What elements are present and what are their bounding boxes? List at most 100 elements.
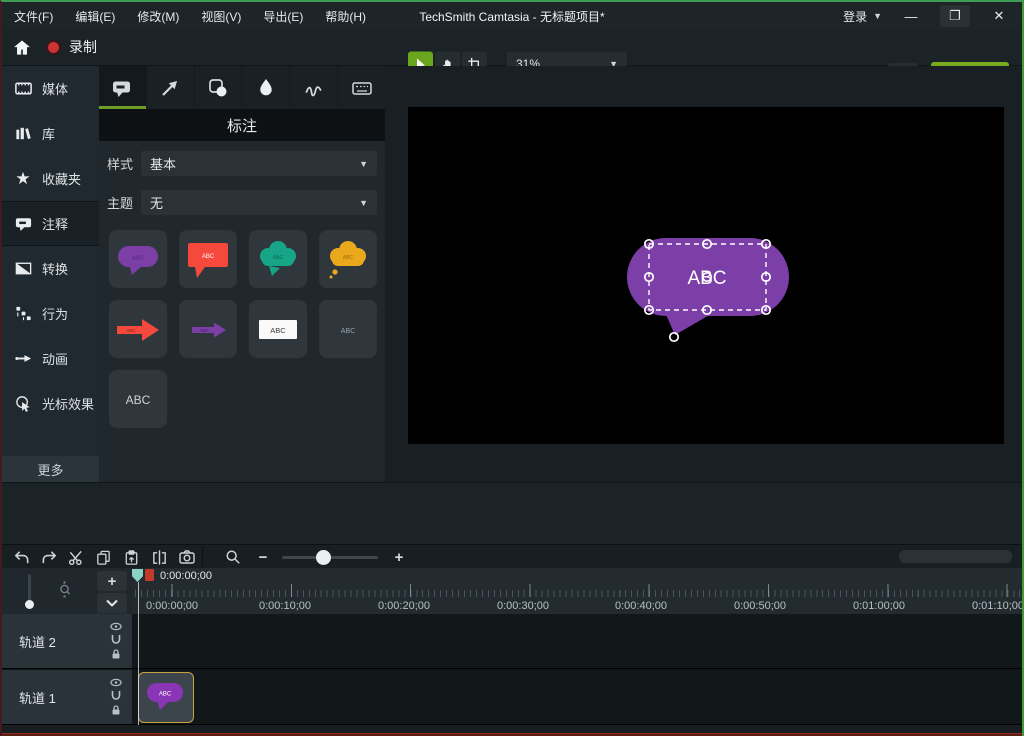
sidebar-item-behaviors[interactable]: 行为 <box>2 291 99 336</box>
callout-text[interactable]: ABC <box>687 268 726 289</box>
undo-button[interactable] <box>12 548 30 566</box>
copy-icon <box>95 549 112 566</box>
callout-thumb-rect-bubble[interactable]: ABC <box>179 230 237 288</box>
record-button[interactable]: 录制 <box>46 37 97 57</box>
login-button[interactable]: 登录 ▼ <box>843 8 882 25</box>
theme-value: 无 <box>150 193 163 212</box>
sidebar-item-transitions[interactable]: 转换 <box>2 246 99 291</box>
playback-bar: 00:00 / 00:05 30 fps 属性 <box>2 482 1022 544</box>
selected-callout[interactable]: ABC <box>408 107 1004 444</box>
zoom-out-button[interactable]: − <box>254 548 272 566</box>
cut-button[interactable] <box>66 548 84 566</box>
lock-icon[interactable] <box>110 704 122 716</box>
svg-text:ABC: ABC <box>199 328 209 333</box>
timeline-ruler[interactable]: 0:00:00;00 0:00:10;00 0:00:20;00 0:00:30… <box>132 568 1022 614</box>
callout-thumb-arrow-purple[interactable]: ABC <box>179 300 237 358</box>
squiggle-icon <box>302 76 326 100</box>
collapse-tracks-button[interactable] <box>97 593 127 613</box>
track-2-lane[interactable] <box>132 614 1022 668</box>
keyboard-icon <box>350 76 374 100</box>
ruler-minor-ticks <box>132 590 1022 597</box>
track-height-slider-handle[interactable] <box>25 600 34 609</box>
sidebar-item-library[interactable]: 库 <box>2 111 99 156</box>
transitions-icon <box>13 259 33 279</box>
menu-modify[interactable]: 修改(M) <box>137 8 179 25</box>
paste-icon <box>123 549 140 566</box>
callout-thumb-cloud[interactable]: ABC <box>249 230 307 288</box>
track-1-controls <box>99 670 132 724</box>
callout-thumb-speech-bubble[interactable]: ABC <box>109 230 167 288</box>
snapshot-button[interactable] <box>178 548 196 566</box>
tab-keystrokes[interactable] <box>338 66 385 109</box>
tail-handle[interactable] <box>670 333 678 341</box>
media-film-icon <box>13 79 33 99</box>
sidebar-item-animations[interactable]: 动画 <box>2 336 99 381</box>
track-name: 轨道 2 <box>19 632 56 651</box>
add-track-button[interactable]: + <box>97 571 127 591</box>
toolbar-divider <box>202 547 203 567</box>
callout-thumb-thought-cloud[interactable]: ABC <box>319 230 377 288</box>
sidebar-more-button[interactable]: 更多 <box>2 456 99 482</box>
menu-help[interactable]: 帮助(H) <box>325 8 366 25</box>
tab-shapes[interactable] <box>195 66 243 109</box>
ruler-label: 0:00:30;00 <box>497 600 549 612</box>
redo-button[interactable] <box>40 548 58 566</box>
svg-text:ABC: ABC <box>126 328 136 333</box>
svg-text:ABC: ABC <box>126 393 151 407</box>
library-icon <box>13 124 33 144</box>
lock-icon[interactable] <box>110 648 122 660</box>
callout-thumb-arrow-red[interactable]: ABC <box>109 300 167 358</box>
magnet-icon[interactable] <box>110 690 122 701</box>
magnet-icon[interactable] <box>110 634 122 645</box>
zoom-in-button[interactable]: + <box>390 548 408 566</box>
menu-export[interactable]: 导出(E) <box>263 8 303 25</box>
sidebar-item-label: 注释 <box>42 214 68 233</box>
track-1-lane[interactable]: ABC <box>132 670 1022 724</box>
video-canvas[interactable]: ABC <box>408 107 1004 444</box>
title-bar: 文件(F) 编辑(E) 修改(M) 视图(V) 导出(E) 帮助(H) Tech… <box>2 2 1022 30</box>
chevron-down-icon <box>106 599 118 607</box>
sidebar-item-label: 收藏夹 <box>42 169 81 188</box>
svg-text:ABC: ABC <box>273 255 284 261</box>
callout-thumb-text[interactable]: ABC <box>319 300 377 358</box>
tab-arrows[interactable] <box>147 66 195 109</box>
callout-thumb-white-rect[interactable]: ABC <box>249 300 307 358</box>
callout-clip[interactable]: ABC <box>138 672 194 723</box>
chevron-down-icon: ▼ <box>873 11 882 21</box>
restore-button[interactable]: ❐ <box>940 5 970 27</box>
scissors-icon <box>67 549 84 566</box>
sidebar-item-media[interactable]: 媒体 <box>2 66 99 111</box>
split-button[interactable] <box>150 548 168 566</box>
eye-icon[interactable] <box>110 678 122 687</box>
playhead-line[interactable] <box>138 582 139 725</box>
style-dropdown[interactable]: 基本 ▼ <box>141 151 377 176</box>
home-button[interactable] <box>12 38 32 58</box>
eye-icon[interactable] <box>110 622 122 631</box>
undo-icon <box>13 549 30 566</box>
tab-callouts[interactable] <box>99 66 147 109</box>
cursor-effects-icon <box>13 394 33 414</box>
close-button[interactable]: ✕ <box>984 5 1014 27</box>
playhead-out-marker[interactable] <box>145 569 154 581</box>
water-drop-icon <box>254 76 278 100</box>
timeline-zoom-button[interactable] <box>224 548 242 566</box>
paste-button[interactable] <box>122 548 140 566</box>
tab-sketch[interactable] <box>290 66 338 109</box>
track-2-header[interactable]: 轨道 2 <box>2 614 99 668</box>
track-2-controls <box>99 614 132 668</box>
timeline-horizontal-scrollbar[interactable] <box>899 550 1012 563</box>
chevron-down-icon: ▼ <box>359 198 368 208</box>
theme-dropdown[interactable]: 无 ▼ <box>141 190 377 215</box>
sidebar-item-cursor-effects[interactable]: 光标效果 <box>2 381 99 426</box>
tab-blur[interactable] <box>242 66 290 109</box>
copy-button[interactable] <box>94 548 112 566</box>
sidebar-item-annotations[interactable]: 注释 <box>2 201 99 246</box>
menu-view[interactable]: 视图(V) <box>201 8 241 25</box>
sidebar-item-favorites[interactable]: ★ 收藏夹 <box>2 156 99 201</box>
menu-edit[interactable]: 编辑(E) <box>75 8 115 25</box>
track-1-header[interactable]: 轨道 1 <box>2 670 99 724</box>
minimize-button[interactable]: — <box>896 5 926 27</box>
timeline-zoom-slider-handle[interactable] <box>316 550 331 565</box>
callout-thumb-text-large[interactable]: ABC <box>109 370 167 428</box>
menu-file[interactable]: 文件(F) <box>14 8 53 25</box>
